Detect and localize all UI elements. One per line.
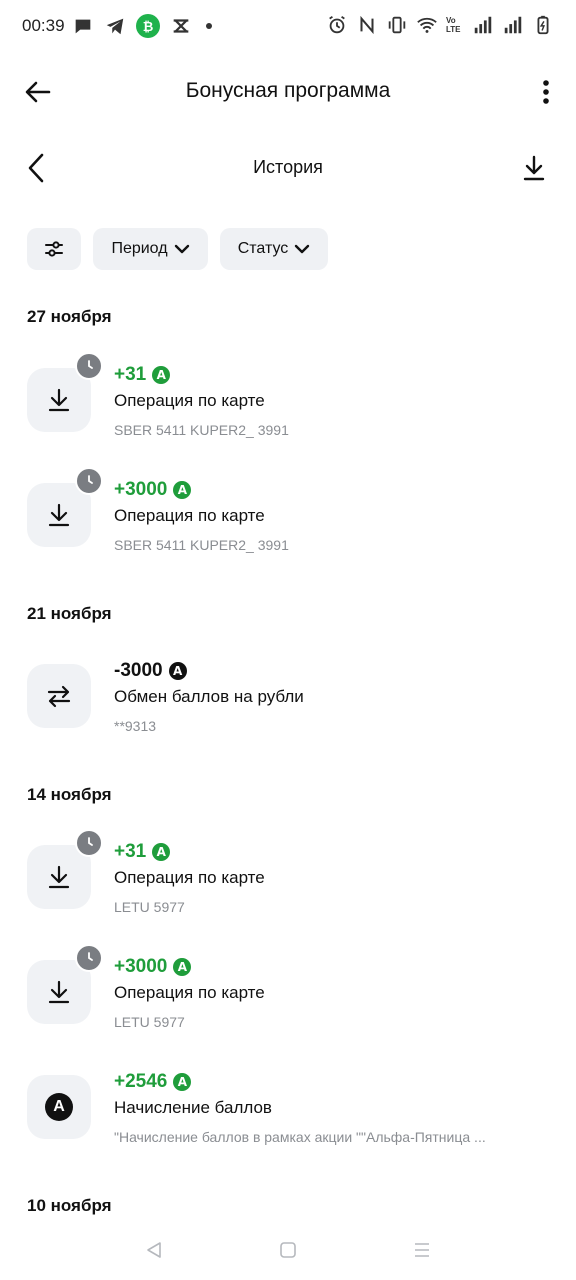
item-subtitle: LETU 5977 [114,899,185,915]
date-header: 10 ноября [27,1196,112,1215]
filter-settings-button[interactable] [27,228,81,270]
filter-bar: Период Статус [27,228,328,270]
recents-menu-icon [415,1243,429,1257]
clock-icon [75,944,103,972]
volte-icon: Vo LTE [446,16,461,34]
chat-icon [72,15,94,37]
bonus-coin-icon: A [173,958,192,976]
item-subtitle: **9313 [114,718,157,734]
list-item[interactable]: +31 A Операция по карте LETU 5977 [0,829,576,937]
item-subtitle: SBER 5411 KUPER2_ 3991 [114,422,289,438]
bonus-coin-icon: A [173,1073,192,1091]
nav-recents-button[interactable] [410,1238,434,1262]
list-item[interactable]: +31 A Операция по карте SBER 5411 KUPER2… [0,352,576,460]
signal-icon [502,14,524,36]
status-filter-label: Статус [237,240,289,257]
home-square-icon [280,1242,296,1258]
capcut-icon [170,15,192,37]
page-title: Бонусная программа [185,79,391,102]
alfa-icon: A [45,1093,73,1121]
download-icon [48,980,70,1004]
bonus-coin-icon: A [168,662,187,680]
more-menu-button[interactable] [534,74,558,110]
exchange-icon [47,685,71,708]
clock-icon [75,352,103,380]
sliders-icon [45,241,63,257]
amount: -3000 [114,660,163,681]
amount: +3000 [114,479,168,500]
nav-home-button[interactable] [276,1238,300,1262]
nav-back-button[interactable] [142,1238,166,1262]
battery-icon [532,14,554,36]
amount: +31 [114,841,147,862]
date-header: 27 ноября [27,307,112,326]
item-title: Операция по карте [114,391,265,410]
amount: +2546 [114,1071,168,1092]
item-subtitle: "Начисление баллов в рамках акции ""Альф… [114,1129,486,1145]
item-title: Операция по карте [114,868,265,887]
item-subtitle: SBER 5411 KUPER2_ 3991 [114,537,289,553]
app-bar: Бонусная программа [0,60,576,124]
bonus-coin-icon: A [152,843,171,861]
alarm-icon [326,14,348,36]
history-title: История [253,157,323,177]
item-title: Обмен баллов на рубли [114,687,304,706]
list-item[interactable]: +3000 A Операция по карте SBER 5411 KUPE… [0,467,576,575]
system-nav-bar [0,1220,576,1280]
wifi-icon [416,14,438,36]
app-green-icon: ₿ [136,14,160,38]
nfc-icon [356,14,378,36]
date-header: 14 ноября [27,785,112,804]
item-subtitle: LETU 5977 [114,1014,185,1030]
bonus-coin-icon: A [152,366,171,384]
item-title: Начисление баллов [114,1098,272,1117]
download-icon [523,155,545,181]
clock-icon [75,829,103,857]
item-title: Операция по карте [114,983,265,1002]
period-filter[interactable]: Период [93,228,208,270]
clock-icon [75,467,103,495]
status-filter[interactable]: Статус [220,228,328,270]
status-bar: 00:39 ₿ Vo LTE [0,0,576,54]
list-item[interactable]: A +2546 A Начисление баллов "Начисление … [0,1067,576,1167]
download-icon [48,503,70,527]
list-item[interactable]: -3000 A Обмен баллов на рубли **9313 [0,656,576,756]
more-vertical-icon [543,80,549,104]
chevron-down-icon [295,244,310,254]
amount: +31 [114,364,147,385]
date-header: 21 ноября [27,604,112,623]
back-triangle-icon [147,1242,161,1258]
bonus-coin-icon: A [173,481,192,499]
vibrate-icon [386,14,408,36]
download-icon [48,388,70,412]
status-time: 00:39 [22,16,65,35]
amount: +3000 [114,956,168,977]
period-filter-label: Период [111,240,168,257]
operation-tile [27,664,91,728]
history-header: История [0,140,576,196]
list-item[interactable]: +3000 A Операция по карте LETU 5977 [0,944,576,1052]
telegram-icon [104,15,126,37]
signal-icon [472,14,494,36]
download-button[interactable] [520,152,548,184]
item-title: Операция по карте [114,506,265,525]
notification-dot [206,23,212,29]
chevron-down-icon [174,244,189,254]
download-icon [48,865,70,889]
operation-tile: A [27,1075,91,1139]
